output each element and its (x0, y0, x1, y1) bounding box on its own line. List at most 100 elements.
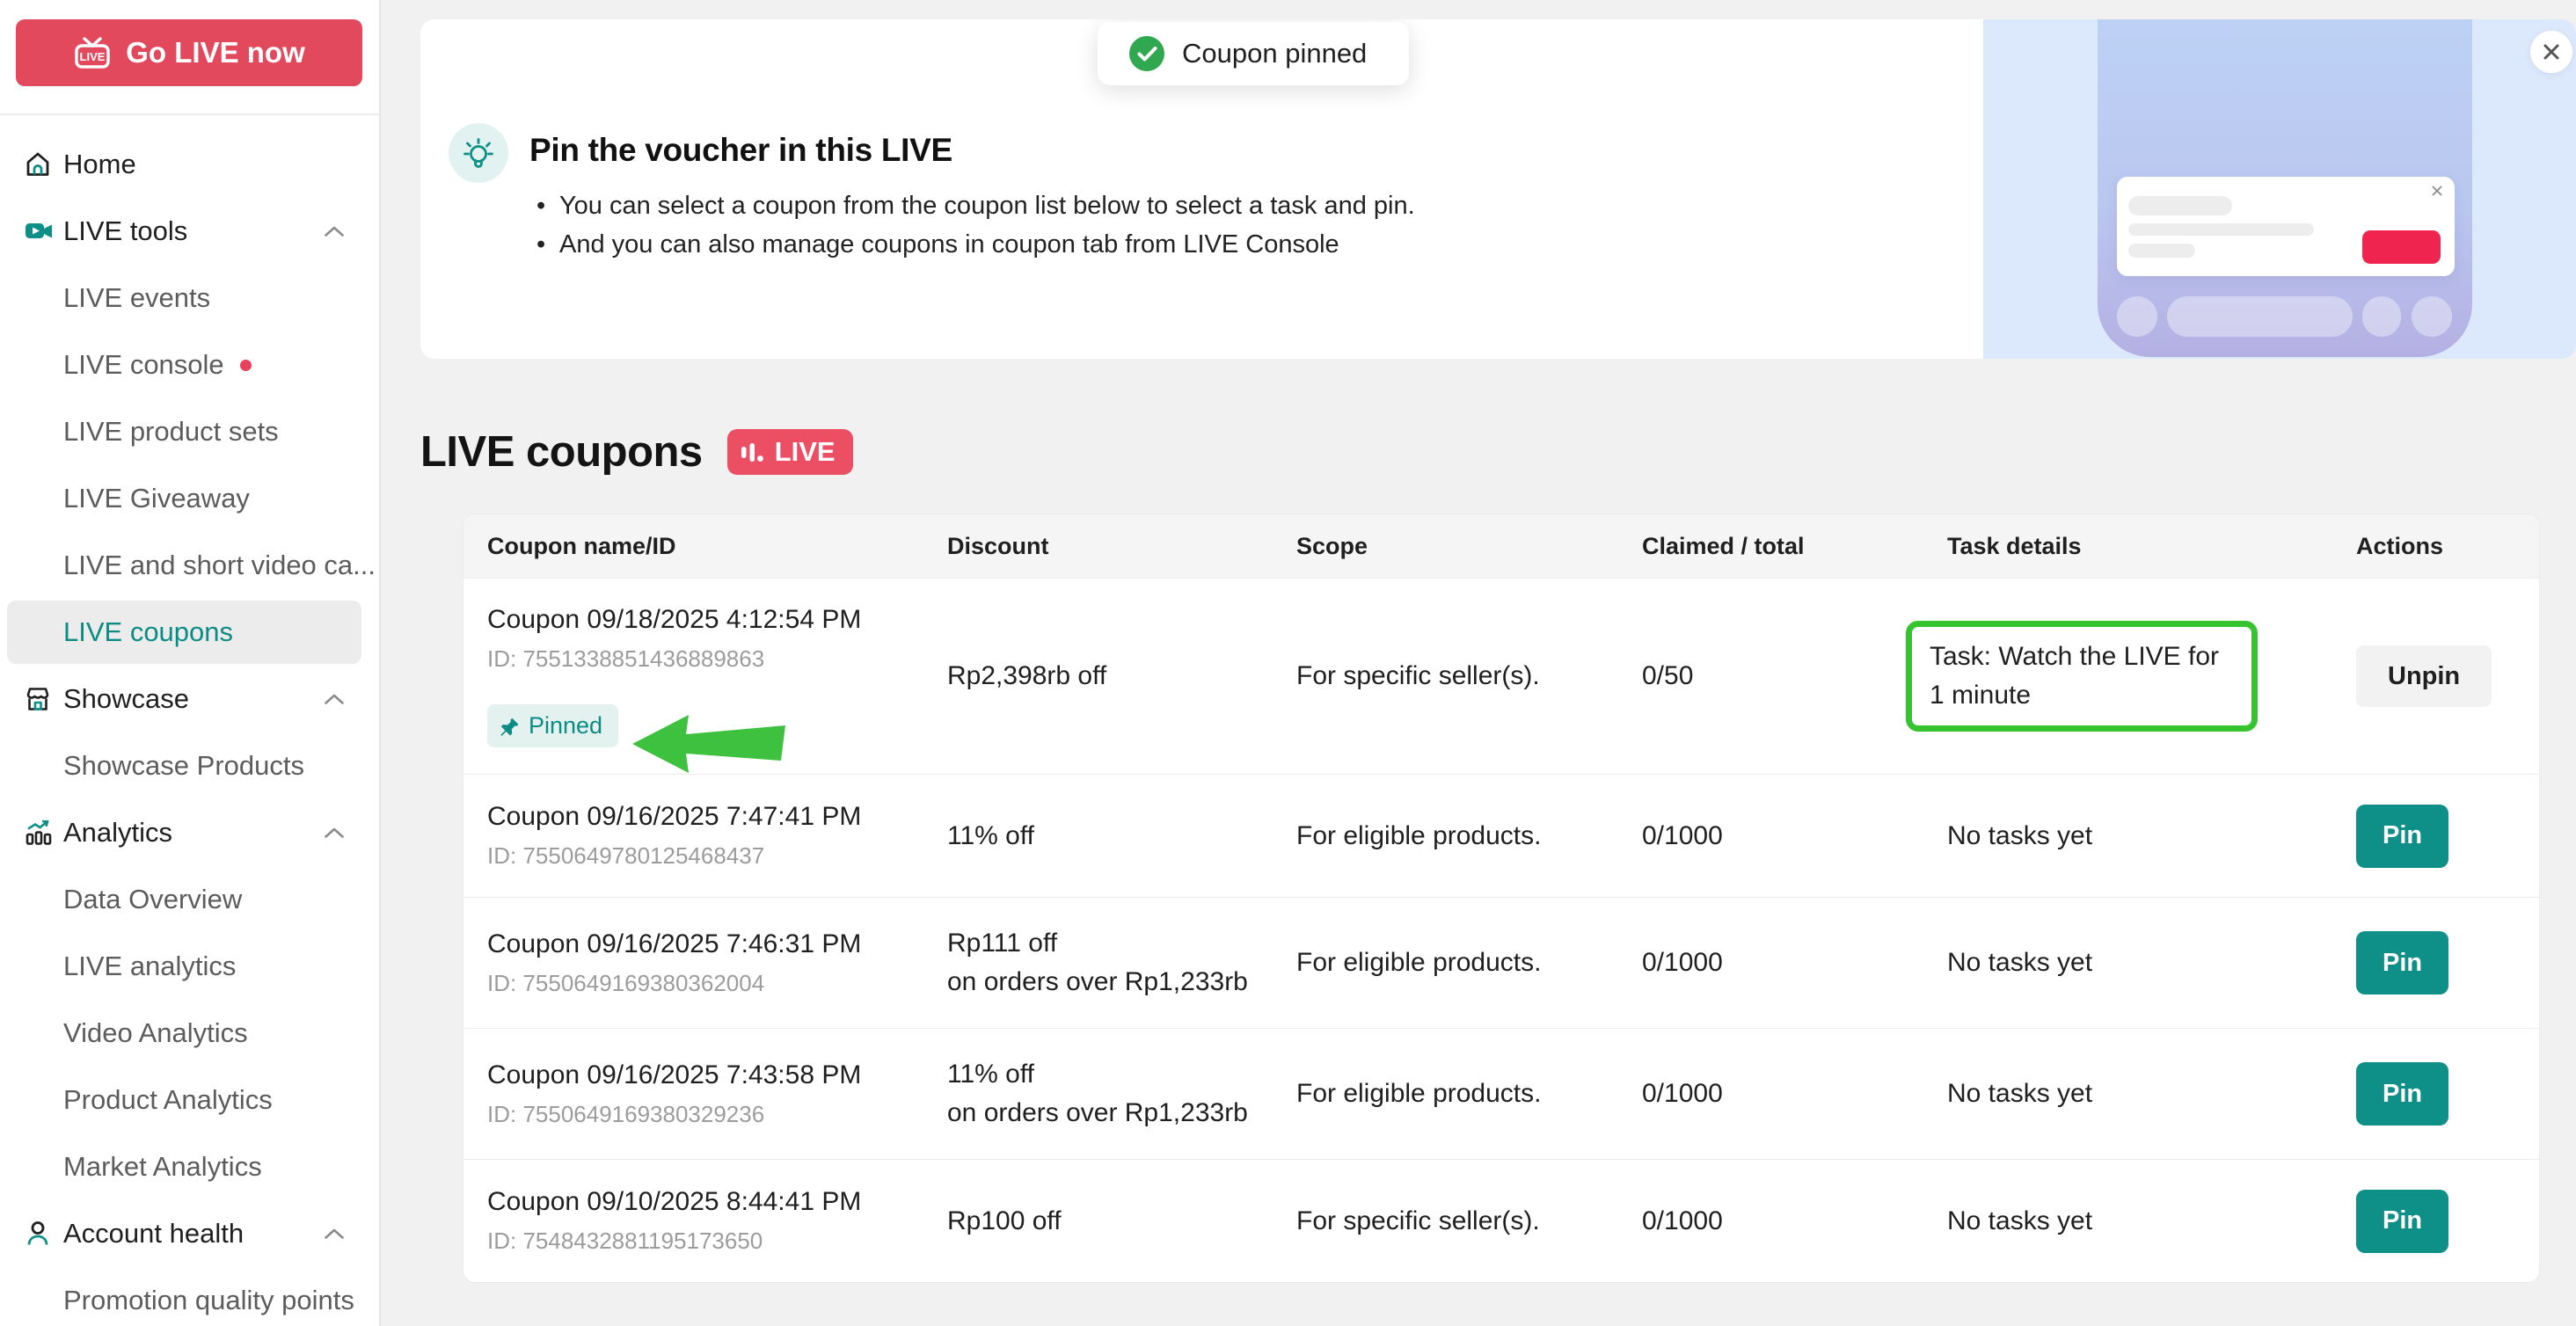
banner-bullets: You can select a coupon from the coupon … (529, 186, 1415, 264)
task-details-cell: Task: Watch the LIVE for 1 minute (1947, 621, 2356, 732)
table-row: Coupon 09/16/2025 7:46:31 PMID: 75506491… (463, 897, 2539, 1028)
success-check-icon (1129, 36, 1164, 71)
unpin-button[interactable]: Unpin (2356, 645, 2492, 707)
sidebar-item-showcase-products[interactable]: Showcase Products (0, 732, 379, 799)
toast-message: Coupon pinned (1182, 38, 1367, 69)
sidebar-item-label: Analytics (63, 817, 172, 849)
sidebar-item-showcase[interactable]: Showcase (0, 666, 379, 732)
coupon-id: ID: 7551338851436889863 (487, 645, 947, 673)
analytics-icon (23, 817, 63, 849)
sidebar-item-label: LIVE product sets (63, 416, 279, 448)
sidebar-item-home[interactable]: Home (0, 131, 379, 198)
page-heading: LIVE coupons LIVE (420, 427, 2576, 477)
pill-illustration (2362, 296, 2401, 337)
sidebar-item-live-and-short-video-ca[interactable]: LIVE and short video ca... (0, 532, 379, 599)
sidebar-item-account-health[interactable]: Account health (0, 1200, 379, 1267)
sidebar-item-label: LIVE analytics (63, 951, 236, 982)
pill-illustration (2167, 296, 2353, 337)
banner-close-button[interactable] (2530, 31, 2572, 73)
placeholder-bar (2128, 244, 2195, 258)
go-live-button[interactable]: LIVE Go LIVE now (16, 19, 362, 86)
table-row: Coupon 09/16/2025 7:43:58 PMID: 75506491… (463, 1028, 2539, 1159)
lightbulb-icon (449, 123, 508, 183)
discount-line: Rp100 off (947, 1202, 1279, 1241)
column-header-scope: Scope (1296, 533, 1642, 560)
actions-cell: Pin (2356, 805, 2539, 868)
banner-illustration (1983, 19, 2576, 359)
live-bars-icon (740, 440, 766, 464)
mini-close-icon (2430, 184, 2444, 202)
sidebar-item-label: LIVE and short video ca... (63, 550, 376, 581)
coupon-name: Coupon 09/18/2025 4:12:54 PM (487, 605, 947, 635)
pin-button[interactable]: Pin (2356, 1190, 2448, 1253)
sidebar-item-live-coupons[interactable]: LIVE coupons (0, 599, 379, 666)
column-header-actions: Actions (2356, 533, 2539, 560)
pin-button[interactable]: Pin (2356, 1062, 2448, 1126)
close-icon (2542, 42, 2561, 62)
sidebar-item-promotion-quality-points[interactable]: Promotion quality points (0, 1267, 379, 1326)
pin-button[interactable]: Pin (2356, 805, 2448, 868)
sidebar-item-label: LIVE Giveaway (63, 483, 250, 514)
annotation-arrow (631, 712, 787, 776)
sidebar-item-label: Showcase Products (63, 750, 304, 782)
discount-cell: 11% off (947, 817, 1296, 856)
table-row: Coupon 09/10/2025 8:44:41 PMID: 75484328… (463, 1159, 2539, 1282)
sidebar-item-live-analytics[interactable]: LIVE analytics (0, 933, 379, 1000)
discount-line: 11% off (947, 1055, 1279, 1094)
home-icon (23, 149, 63, 179)
pin-button[interactable]: Pin (2356, 931, 2448, 994)
task-text: No tasks yet (1947, 944, 2339, 982)
sidebar-item-label: LIVE tools (63, 215, 187, 247)
column-header-coupon-name-id: Coupon name/ID (487, 533, 947, 560)
banner-texts: Pin the voucher in this LIVE You can sel… (529, 123, 1415, 359)
go-live-label: Go LIVE now (126, 36, 305, 69)
task-details-cell: No tasks yet (1947, 817, 2356, 856)
coupon-name-cell: Coupon 09/16/2025 7:47:41 PMID: 75506497… (487, 802, 947, 870)
task-text: No tasks yet (1947, 817, 2339, 856)
discount-line: on orders over Rp1,233rb (947, 1094, 1279, 1133)
toast-coupon-pinned: Coupon pinned (1098, 22, 1409, 85)
discount-cell: Rp100 off (947, 1202, 1296, 1241)
sidebar-item-video-analytics[interactable]: Video Analytics (0, 1000, 379, 1067)
placeholder-bar (2128, 196, 2232, 215)
pill-illustration (2412, 296, 2452, 337)
actions-cell: Pin (2356, 1062, 2539, 1126)
live-badge-label: LIVE (775, 436, 836, 468)
notification-dot (240, 360, 252, 371)
sidebar-item-live-console[interactable]: LIVE console (0, 332, 379, 398)
column-header-task-details: Task details (1947, 533, 2356, 560)
sidebar-item-live-tools[interactable]: LIVE tools (0, 198, 379, 265)
task-highlight-box: Task: Watch the LIVE for 1 minute (1906, 621, 2258, 732)
discount-line: Rp2,398rb off (947, 657, 1279, 696)
discount-line: 11% off (947, 817, 1279, 856)
discount-cell: 11% offon orders over Rp1,233rb (947, 1055, 1296, 1133)
task-details-cell: No tasks yet (1947, 1075, 2356, 1113)
sidebar-item-label: Promotion quality points (63, 1285, 354, 1316)
sidebar-item-live-giveaway[interactable]: LIVE Giveaway (0, 465, 379, 532)
discount-cell: Rp111 offon orders over Rp1,233rb (947, 924, 1296, 1002)
sidebar-item-live-events[interactable]: LIVE events (0, 265, 379, 332)
chevron-up-icon (323, 224, 346, 238)
showcase-icon (23, 684, 63, 714)
pinned-badge: Pinned (487, 704, 618, 747)
coupon-id: ID: 7548432881195173650 (487, 1228, 947, 1255)
pin-voucher-banner: Pin the voucher in this LIVE You can sel… (420, 19, 2576, 359)
sidebar-item-market-analytics[interactable]: Market Analytics (0, 1133, 379, 1200)
sidebar-item-live-product-sets[interactable]: LIVE product sets (0, 398, 379, 465)
claimed-total-cell: 0/1000 (1642, 1202, 1947, 1241)
task-details-cell: No tasks yet (1947, 944, 2356, 982)
coupon-name: Coupon 09/16/2025 7:46:31 PM (487, 929, 947, 959)
chevron-up-icon (323, 1227, 346, 1241)
sidebar-item-data-overview[interactable]: Data Overview (0, 866, 379, 933)
task-details-cell: No tasks yet (1947, 1202, 2356, 1241)
sidebar-item-analytics[interactable]: Analytics (0, 799, 379, 866)
coupon-name-cell: Coupon 09/16/2025 7:43:58 PMID: 75506491… (487, 1060, 947, 1128)
scope-cell: For eligible products. (1296, 944, 1642, 982)
sidebar-item-product-analytics[interactable]: Product Analytics (0, 1067, 379, 1133)
live-status-badge: LIVE (727, 429, 853, 475)
claimed-total-cell: 0/50 (1642, 657, 1947, 696)
placeholder-bar (2128, 223, 2314, 236)
sidebar-item-label: Market Analytics (63, 1151, 262, 1183)
sidebar-item-label: Data Overview (63, 884, 242, 915)
pinned-badge-label: Pinned (529, 712, 602, 740)
